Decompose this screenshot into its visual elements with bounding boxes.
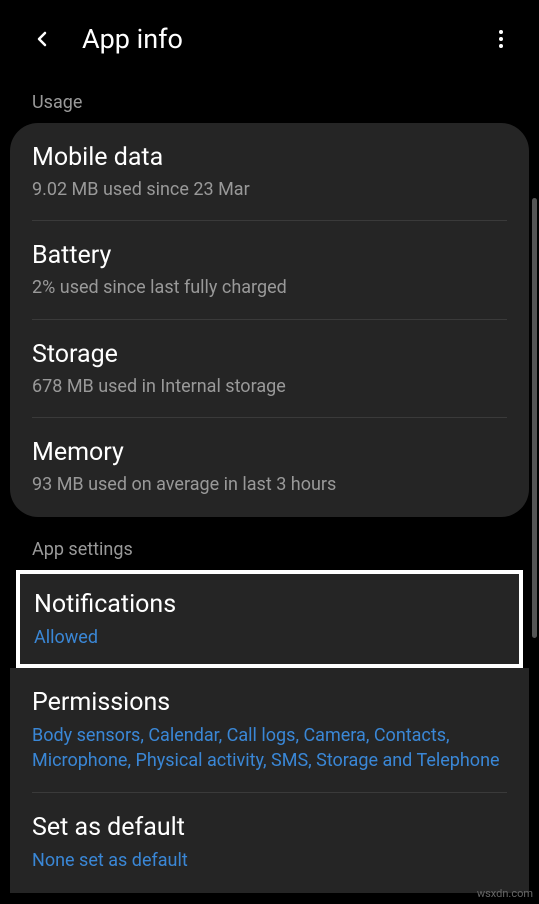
notifications-highlight: Notifications Allowed — [16, 570, 523, 668]
storage-item[interactable]: Storage 678 MB used in Internal storage — [10, 320, 529, 418]
mobile-data-title: Mobile data — [32, 143, 507, 172]
mobile-data-item[interactable]: Mobile data 9.02 MB used since 23 Mar — [10, 123, 529, 221]
set-as-default-title: Set as default — [32, 813, 507, 842]
scrollbar[interactable] — [532, 198, 537, 638]
permissions-subtitle: Body sensors, Calendar, Call logs, Camer… — [32, 723, 507, 773]
watermark: wsxdn.com — [477, 887, 533, 900]
memory-subtitle: 93 MB used on average in last 3 hours — [32, 473, 507, 496]
battery-title: Battery — [32, 241, 507, 270]
notifications-title: Notifications — [34, 590, 505, 619]
usage-card: Mobile data 9.02 MB used since 23 Mar Ba… — [10, 123, 529, 517]
storage-title: Storage — [32, 340, 507, 369]
section-label-app-settings: App settings — [0, 517, 539, 570]
page-title: App info — [82, 23, 489, 55]
notifications-item[interactable]: Notifications Allowed — [20, 574, 519, 664]
section-label-usage: Usage — [0, 78, 539, 123]
more-icon[interactable] — [489, 27, 513, 51]
memory-item[interactable]: Memory 93 MB used on average in last 3 h… — [10, 418, 529, 516]
permissions-item[interactable]: Permissions Body sensors, Calendar, Call… — [10, 668, 529, 793]
notifications-subtitle: Allowed — [34, 625, 505, 650]
storage-subtitle: 678 MB used in Internal storage — [32, 375, 507, 398]
battery-item[interactable]: Battery 2% used since last fully charged — [10, 221, 529, 319]
permissions-title: Permissions — [32, 688, 507, 717]
app-settings-card: Permissions Body sensors, Calendar, Call… — [10, 668, 529, 894]
set-as-default-subtitle: None set as default — [32, 848, 507, 873]
header: App info — [0, 0, 539, 78]
set-as-default-item[interactable]: Set as default None set as default — [10, 793, 529, 893]
mobile-data-subtitle: 9.02 MB used since 23 Mar — [32, 178, 507, 201]
memory-title: Memory — [32, 438, 507, 467]
battery-subtitle: 2% used since last fully charged — [32, 276, 507, 299]
back-icon[interactable] — [30, 27, 54, 51]
